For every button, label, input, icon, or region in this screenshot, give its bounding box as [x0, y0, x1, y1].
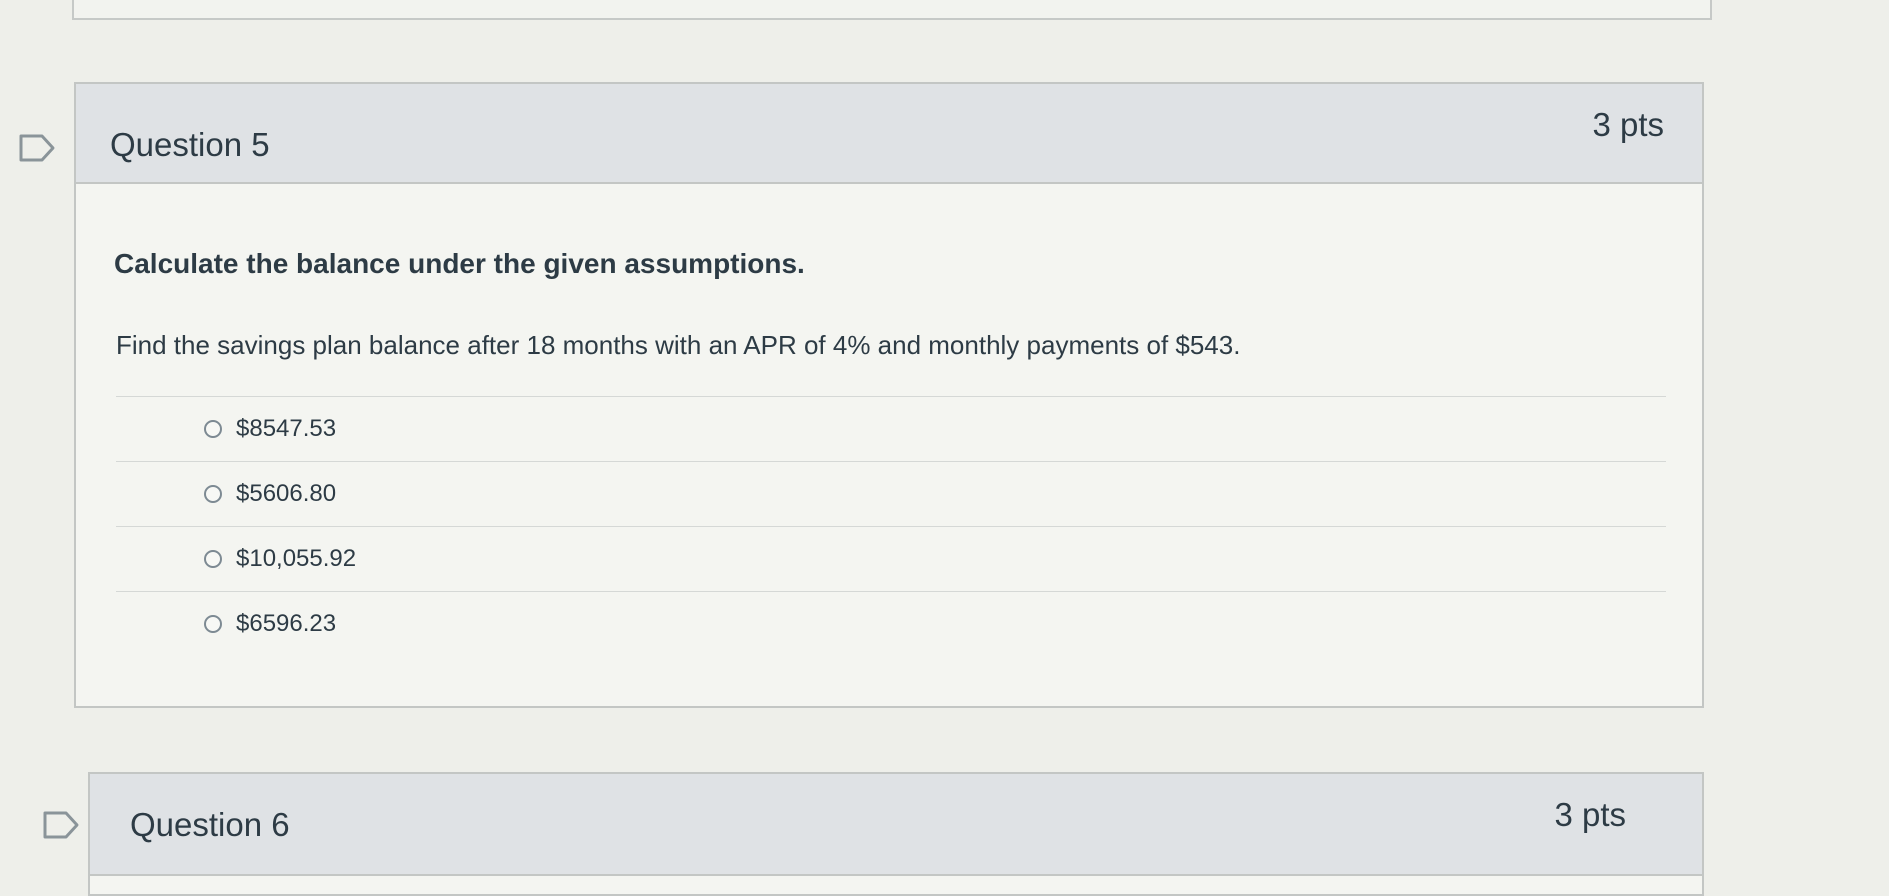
radio-button[interactable] — [204, 420, 222, 438]
answer-label[interactable]: $6596.23 — [236, 610, 336, 638]
radio-button[interactable] — [204, 615, 222, 633]
question-6-card: Question 6 3 pts — [88, 772, 1704, 896]
radio-button[interactable] — [204, 485, 222, 503]
answer-label[interactable]: $10,055.92 — [236, 545, 356, 573]
question-header: Question 5 3 pts — [76, 84, 1702, 184]
flag-question-icon[interactable] — [18, 133, 58, 163]
answer-option[interactable]: $8547.53 — [116, 396, 1666, 461]
answer-option[interactable]: $10,055.92 — [116, 526, 1666, 591]
question-instruction: Calculate the balance under the given as… — [114, 248, 805, 279]
answer-list: $8547.53 $5606.80 $10,055.92 $6596.23 — [116, 396, 1666, 656]
answer-label[interactable]: $8547.53 — [236, 415, 336, 443]
question-points: 3 pts — [1554, 796, 1626, 833]
flag-question-icon[interactable] — [42, 810, 82, 840]
question-header: Question 6 3 pts — [90, 774, 1702, 876]
radio-button[interactable] — [204, 550, 222, 568]
question-prompt: Find the savings plan balance after 18 m… — [116, 330, 1241, 360]
answer-option[interactable]: $6596.23 — [116, 591, 1666, 656]
answer-label[interactable]: $5606.80 — [236, 480, 336, 508]
question-5-card: Question 5 3 pts Calculate the balance u… — [74, 82, 1704, 708]
question-title: Question 6 — [130, 806, 290, 843]
question-title: Question 5 — [110, 126, 270, 163]
answer-option[interactable]: $5606.80 — [116, 461, 1666, 526]
previous-question-box — [72, 0, 1712, 20]
question-points: 3 pts — [1592, 106, 1664, 143]
